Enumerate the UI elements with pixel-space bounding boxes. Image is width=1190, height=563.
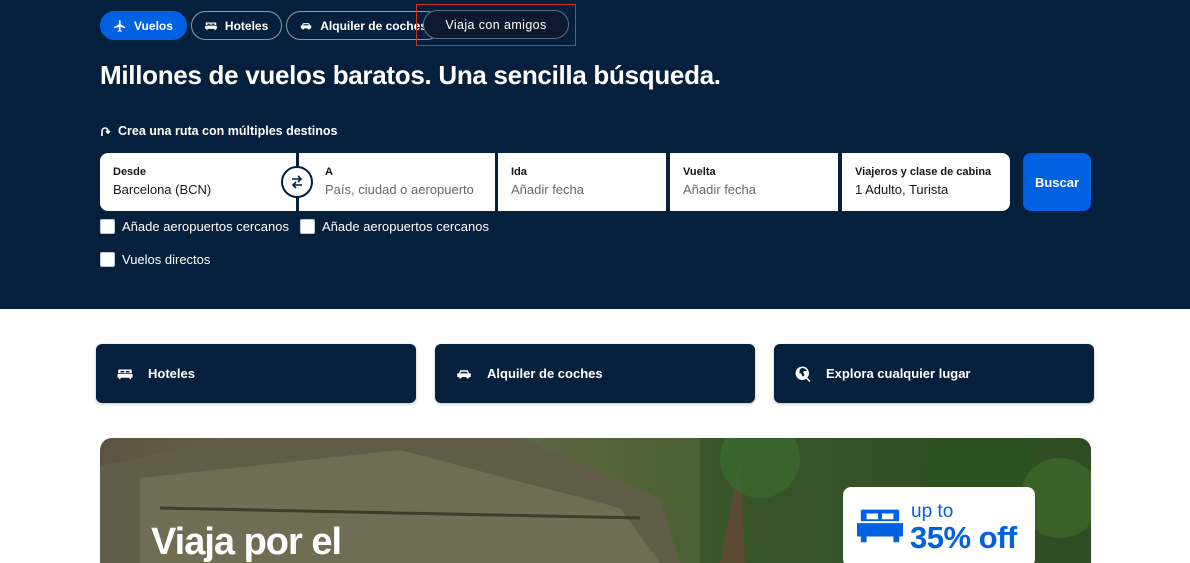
direct-flights-checkbox[interactable]: Vuelos directos [100, 252, 210, 267]
search-button[interactable]: Buscar [1023, 153, 1091, 211]
explore-card-label: Explora cualquier lugar [826, 366, 971, 381]
car-hire-card[interactable]: Alquiler de coches [435, 344, 755, 403]
multi-city-link[interactable]: Crea una ruta con múltiples destinos [100, 124, 338, 138]
badge-line-2: 35% off [910, 520, 1017, 555]
bed-icon [205, 22, 217, 30]
swap-icon [291, 175, 303, 189]
globe-search-icon [795, 366, 811, 382]
search-hero: Vuelos Hoteles Alquiler de coches Viaja … [0, 0, 1190, 309]
tab-flights-label: Vuelos [134, 18, 173, 33]
multi-city-label: Crea una ruta con múltiples destinos [118, 124, 338, 138]
depart-label: Ida [511, 166, 527, 178]
nearby-origin-label: Añade aeropuertos cercanos [122, 219, 289, 234]
swap-locations-button[interactable] [281, 166, 313, 198]
from-label: Desde [113, 166, 147, 178]
nearby-origin-checkbox[interactable]: Añade aeropuertos cercanos [100, 219, 289, 234]
depart-date-field[interactable]: Ida Añadir fecha [498, 153, 666, 211]
return-placeholder: Añadir fecha [683, 182, 756, 197]
tab-car-hire-label: Alquiler de coches [320, 18, 427, 33]
bed-icon [117, 369, 133, 379]
hotels-card[interactable]: Hoteles [96, 344, 416, 403]
from-field[interactable]: Desde Barcelona (BCN) [100, 153, 296, 211]
checkbox-box[interactable] [100, 252, 115, 267]
travellers-cabin-field[interactable]: Viajeros y clase de cabina 1 Adulto, Tur… [842, 153, 1010, 211]
direct-flights-label: Vuelos directos [122, 252, 211, 267]
return-date-field[interactable]: Vuelta Añadir fecha [670, 153, 838, 211]
nearby-destination-checkbox[interactable]: Añade aeropuertos cercanos [300, 219, 489, 234]
travellers-value: 1 Adulto, Turista [855, 182, 949, 197]
discount-badge: up to 35% off [843, 487, 1035, 563]
car-icon [457, 369, 471, 378]
tab-hotels-label: Hoteles [224, 18, 269, 33]
tab-hotels[interactable]: Hoteles [190, 11, 283, 40]
checkbox-box[interactable] [300, 219, 315, 234]
tab-travel-with-friends[interactable]: Viaja con amigos [423, 10, 569, 39]
to-placeholder: País, ciudad o aeropuerto [325, 182, 474, 197]
depart-placeholder: Añadir fecha [511, 182, 584, 197]
nearby-destination-label: Añade aeropuertos cercanos [322, 219, 489, 234]
route-icon [101, 127, 111, 136]
return-label: Vuelta [683, 166, 716, 178]
hotels-card-label: Hoteles [148, 366, 195, 381]
car-hire-card-label: Alquiler de coches [487, 366, 603, 381]
tab-flights[interactable]: Vuelos [100, 11, 187, 40]
to-field[interactable]: A País, ciudad o aeropuerto [299, 153, 495, 211]
page-title: Millones de vuelos baratos. Una sencilla… [100, 60, 721, 90]
car-icon [301, 22, 312, 29]
to-label: A [325, 166, 333, 178]
promo-title: Viaja por el [151, 521, 342, 563]
plane-icon [114, 19, 126, 32]
promo-banner[interactable]: Viaja por el up to 35% off [100, 438, 1091, 563]
bed-icon [857, 509, 903, 543]
checkbox-box[interactable] [100, 219, 115, 234]
highlighted-tab-frame: Viaja con amigos [416, 4, 576, 46]
travellers-label: Viajeros y clase de cabina [855, 166, 992, 178]
from-value: Barcelona (BCN) [113, 182, 212, 197]
explore-everywhere-card[interactable]: Explora cualquier lugar [774, 344, 1094, 403]
product-tabs: Vuelos Hoteles Alquiler de coches [100, 11, 441, 40]
